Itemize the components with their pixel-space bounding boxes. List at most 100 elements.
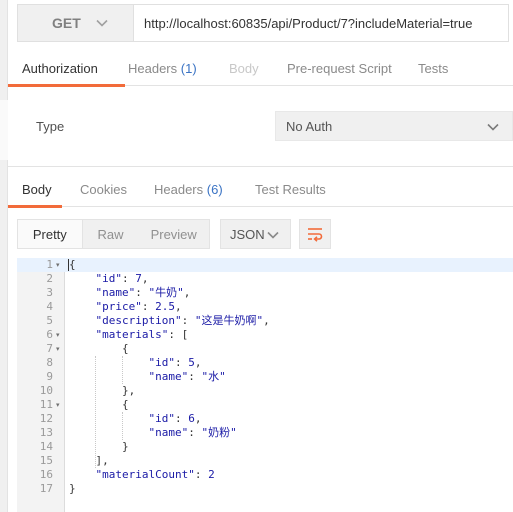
code-token: 6 xyxy=(188,412,195,425)
code-token: : xyxy=(174,412,189,425)
code-token: "name" xyxy=(148,370,189,383)
code-line: "name": "牛奶", xyxy=(69,286,191,300)
code-token: , xyxy=(263,314,270,327)
code-token: "水" xyxy=(201,370,226,383)
line-number: 2 xyxy=(46,272,53,285)
left-panel-edge xyxy=(0,0,8,512)
code-line: "description": "这是牛奶啊", xyxy=(69,314,270,328)
active-line-highlight xyxy=(17,258,513,272)
code-token: , xyxy=(194,412,202,425)
code-token: : xyxy=(188,370,202,383)
code-token: { xyxy=(69,398,129,411)
code-token: , xyxy=(174,300,182,313)
chevron-down-icon xyxy=(96,19,108,27)
active-tab-indicator xyxy=(8,205,62,208)
line-number: 13 xyxy=(39,426,53,439)
tab-label: Authorization xyxy=(22,61,98,76)
tab-authorization[interactable]: Authorization xyxy=(22,61,98,76)
code-token: "materials" xyxy=(95,328,169,341)
line-number: 14 xyxy=(39,440,53,453)
code-token: "id" xyxy=(148,356,175,369)
code-line: } xyxy=(69,482,76,496)
code-token: 2.5 xyxy=(155,300,175,313)
tab-tests[interactable]: Tests xyxy=(418,61,448,76)
tab-label: Pre-request Script xyxy=(287,61,392,76)
code-line: "id": 6, xyxy=(69,412,201,426)
code-token: "牛奶" xyxy=(148,286,184,299)
code-line: "id": 5, xyxy=(69,356,201,370)
code-token: , xyxy=(194,356,202,369)
auth-type-select[interactable]: No Auth xyxy=(275,111,513,141)
tab-headers[interactable]: Headers (1) xyxy=(128,61,197,76)
tab-label: Cookies xyxy=(80,182,127,197)
code-token: , xyxy=(141,272,149,285)
code-token: : xyxy=(194,468,209,481)
tab-response-body[interactable]: Body xyxy=(22,182,52,197)
method-dropdown[interactable]: GET xyxy=(17,4,133,42)
code-token: { xyxy=(69,342,129,355)
code-token: ], xyxy=(69,454,109,467)
code-token: "description" xyxy=(95,314,182,327)
code-token: } xyxy=(69,482,76,495)
headers-count-badge: (1) xyxy=(180,61,197,76)
code-token: 7 xyxy=(135,272,142,285)
line-number: 11 xyxy=(39,398,53,411)
fold-arrow-icon[interactable]: ▾ xyxy=(56,342,64,356)
auth-type-value: No Auth xyxy=(286,118,333,134)
code-line: "price": 2.5, xyxy=(69,300,182,314)
wrap-lines-button[interactable] xyxy=(299,219,331,249)
code-token: "id" xyxy=(95,272,123,285)
tab-response-headers[interactable]: Headers (6) xyxy=(154,182,223,197)
code-token: "materialCount" xyxy=(95,468,195,481)
code-token: 5 xyxy=(188,356,195,369)
code-line: "id": 7, xyxy=(69,272,149,286)
fold-arrow-icon[interactable]: ▾ xyxy=(56,258,64,272)
auth-type-label: Type xyxy=(36,119,65,134)
code-token: : xyxy=(174,356,189,369)
tab-body[interactable]: Body xyxy=(229,61,259,76)
view-raw-button[interactable]: Raw xyxy=(83,220,139,248)
code-line: "name": "水" xyxy=(69,370,226,384)
line-number: 4 xyxy=(46,300,53,313)
line-number: 5 xyxy=(46,314,53,327)
active-tab-indicator xyxy=(8,84,125,87)
tab-cookies[interactable]: Cookies xyxy=(80,182,127,197)
view-mode-group: Pretty Raw Preview xyxy=(17,219,210,249)
fold-arrow-icon[interactable]: ▾ xyxy=(56,328,64,342)
format-select[interactable]: JSON xyxy=(220,219,291,249)
code-line: "materials": [ xyxy=(69,328,189,342)
view-pretty-button[interactable]: Pretty xyxy=(18,220,83,248)
code-line: { xyxy=(69,258,76,272)
line-number: 6 xyxy=(46,328,53,341)
tab-pre-request-script[interactable]: Pre-request Script xyxy=(287,61,392,76)
headers-count-badge: (6) xyxy=(206,182,223,197)
line-number: 1 xyxy=(46,258,53,271)
indent-guide xyxy=(122,356,123,384)
tab-test-results[interactable]: Test Results xyxy=(255,182,326,197)
code-token: }, xyxy=(69,384,136,397)
view-preview-button[interactable]: Preview xyxy=(138,220,209,248)
line-number: 7 xyxy=(46,342,53,355)
code-line: { xyxy=(69,398,129,412)
line-number: 17 xyxy=(39,482,53,495)
divider xyxy=(8,166,513,167)
code-token: } xyxy=(69,440,129,453)
line-number: 3 xyxy=(46,286,53,299)
code-token: : xyxy=(181,314,195,327)
code-line: }, xyxy=(69,384,135,398)
line-number: 10 xyxy=(39,384,53,397)
tab-label: Test Results xyxy=(255,182,326,197)
url-input[interactable]: http://localhost:60835/api/Product/7?inc… xyxy=(133,4,509,42)
code-line: } xyxy=(69,440,129,454)
tab-label: Body xyxy=(229,61,259,76)
code-token: : xyxy=(135,286,149,299)
fold-arrow-icon[interactable]: ▾ xyxy=(56,398,64,412)
line-number: 15 xyxy=(39,454,53,467)
